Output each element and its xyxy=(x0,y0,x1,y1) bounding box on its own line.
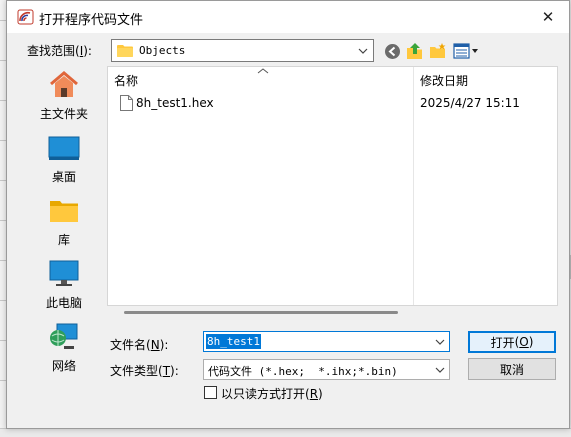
place-label: 桌面 xyxy=(51,170,76,184)
place-this-pc[interactable]: 此电脑 xyxy=(24,254,104,314)
place-desktop[interactable]: 桌面 xyxy=(24,128,104,188)
close-button[interactable]: ✕ xyxy=(534,5,562,29)
place-label: 此电脑 xyxy=(45,296,82,310)
chevron-down-icon[interactable] xyxy=(434,335,446,348)
chevron-down-icon[interactable] xyxy=(434,363,446,376)
place-library[interactable]: 库 xyxy=(24,191,104,251)
lookin-value: Objects xyxy=(139,44,186,57)
place-home[interactable]: 主文件夹 xyxy=(24,65,104,125)
back-button[interactable] xyxy=(382,41,402,61)
close-icon: ✕ xyxy=(541,8,555,26)
column-header-name[interactable]: 名称 xyxy=(114,72,138,89)
lookin-dropdown[interactable]: Objects xyxy=(111,39,374,62)
place-network[interactable]: 网络 xyxy=(24,317,104,377)
view-menu-button[interactable] xyxy=(452,41,480,61)
file-name: 8h_test1.hex xyxy=(136,96,214,110)
open-button[interactable]: 打开(O) xyxy=(468,331,556,353)
new-folder-button[interactable] xyxy=(428,41,448,61)
folder-icon xyxy=(117,45,133,57)
dialog-title: 打开程序代码文件 xyxy=(39,13,144,28)
app-icon xyxy=(17,9,34,25)
filename-label: 文件名(N): xyxy=(110,338,169,352)
readonly-checkbox[interactable] xyxy=(204,386,217,399)
filename-value[interactable]: 8h_test1 xyxy=(206,334,261,349)
network-icon xyxy=(50,323,78,349)
place-label: 库 xyxy=(57,233,70,247)
readonly-label[interactable]: 以只读方式打开(R) xyxy=(221,385,323,402)
file-date: 2025/4/27 15:11 xyxy=(420,96,520,110)
desktop-icon xyxy=(48,136,80,160)
up-folder-icon xyxy=(407,43,422,59)
background-window-bottom xyxy=(0,428,571,437)
sort-ascending-icon xyxy=(257,68,269,74)
lookin-label: 查找范围(I): xyxy=(27,44,92,58)
file-icon xyxy=(120,95,133,111)
file-row[interactable]: 8h_test1.hex 2025/4/27 15:11 xyxy=(116,94,546,114)
open-file-dialog: 打开程序代码文件 ✕ 查找范围(I): Objects 主文件夹 桌面 库 此电… xyxy=(6,0,570,429)
new-folder-icon xyxy=(430,43,446,58)
column-header-date[interactable]: 修改日期 xyxy=(420,72,468,89)
view-icon xyxy=(453,43,478,59)
filetype-label: 文件类型(T): xyxy=(110,364,179,378)
filetype-dropdown[interactable]: 代码文件 (*.hex; *.ihx;*.bin) xyxy=(203,359,450,380)
scrollbar-thumb[interactable] xyxy=(124,311,398,314)
back-arrow-icon xyxy=(384,43,400,59)
place-label: 网络 xyxy=(51,359,76,373)
library-folder-icon xyxy=(50,201,78,222)
horizontal-scrollbar[interactable] xyxy=(108,308,557,318)
file-list[interactable]: 名称 修改日期 8h_test1.hex 2025/4/27 15:11 xyxy=(107,66,558,306)
home-icon xyxy=(50,71,78,97)
computer-icon xyxy=(49,260,79,286)
chevron-down-icon[interactable] xyxy=(356,43,370,58)
filetype-value: 代码文件 (*.hex; *.ihx;*.bin) xyxy=(208,365,398,378)
cancel-button[interactable]: 取消 xyxy=(468,358,556,380)
up-folder-button[interactable] xyxy=(405,41,425,61)
place-label: 主文件夹 xyxy=(39,107,88,121)
places-bar: 主文件夹 桌面 库 此电脑 网络 xyxy=(24,65,104,373)
filename-input[interactable]: 8h_test1 xyxy=(203,331,450,352)
title-bar: 打开程序代码文件 ✕ xyxy=(7,1,569,33)
